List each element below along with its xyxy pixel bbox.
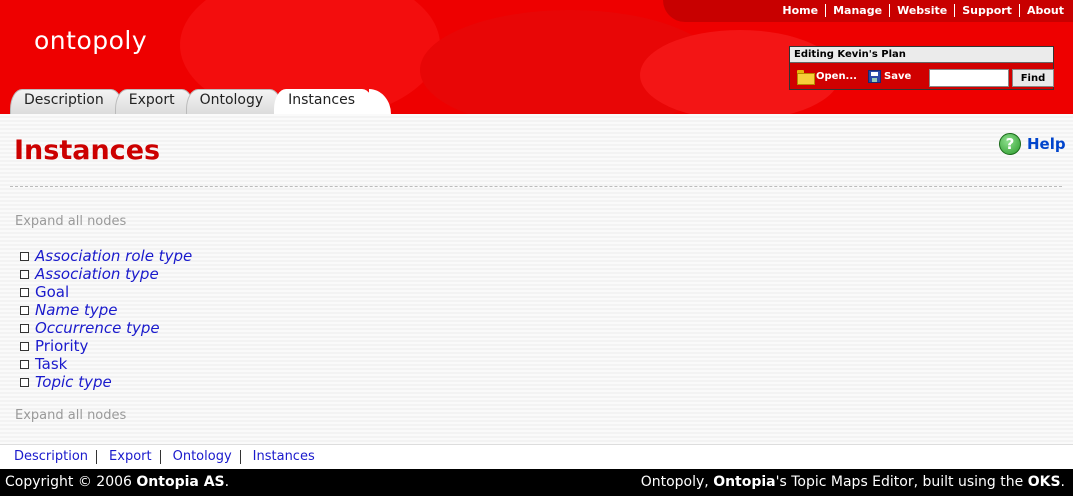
tree-item: Name type	[20, 301, 192, 319]
company-name: Ontopia AS	[136, 474, 225, 490]
tree-item: Topic type	[20, 373, 192, 391]
open-label: Open...	[816, 71, 857, 82]
divider	[10, 186, 1062, 187]
top-nav-manage[interactable]: Manage	[825, 3, 889, 17]
tree-item-link[interactable]: Task	[35, 355, 67, 373]
tree-item-link[interactable]: Goal	[35, 283, 69, 301]
tree-item: Task	[20, 355, 192, 373]
collapse-toggle[interactable]	[20, 251, 29, 261]
collapse-toggle[interactable]	[20, 287, 29, 297]
expand-all-nodes-link[interactable]: Expand all nodes	[15, 408, 126, 423]
tab-export[interactable]: Export	[114, 89, 194, 114]
tab-bar: Description Export Ontology Instances	[10, 89, 391, 114]
tree-item-link[interactable]: Association role type	[35, 247, 192, 265]
credits: Ontopoly, Ontopia's Topic Maps Editor, b…	[640, 474, 1065, 490]
help-icon: ?	[999, 133, 1021, 155]
open-button[interactable]: Open...	[797, 70, 857, 85]
page-title: Instances	[14, 135, 161, 166]
help-label: Help	[1027, 135, 1066, 153]
bottom-nav: Description Export Ontology Instances	[0, 444, 1073, 469]
copyright: Copyright © 2006 Ontopia AS.	[5, 474, 230, 490]
tree-item: Occurrence type	[20, 319, 192, 337]
main-content: Instances ? Help Expand all nodes Associ…	[0, 114, 1073, 444]
folder-icon	[797, 70, 815, 85]
floppy-icon	[868, 70, 881, 83]
top-nav-home[interactable]: Home	[775, 4, 825, 17]
bottom-nav-instances[interactable]: Instances	[239, 450, 323, 464]
help-link[interactable]: ? Help	[999, 133, 1066, 155]
collapse-toggle[interactable]	[20, 359, 29, 369]
footer: Copyright © 2006 Ontopia AS. Ontopoly, O…	[0, 469, 1073, 496]
bottom-nav-ontology[interactable]: Ontology	[159, 450, 240, 464]
tree-item: Goal	[20, 283, 192, 301]
logo: ontopoly	[34, 26, 148, 55]
top-nav: Home Manage Website Support About	[775, 0, 1073, 20]
edit-box: Editing Kevin's Plan Open... Save Find	[789, 46, 1054, 90]
tree-item: Priority	[20, 337, 192, 355]
instance-type-tree: Association role type Association type G…	[20, 247, 192, 391]
tab-instances[interactable]: Instances	[274, 89, 391, 114]
tree-item-link[interactable]: Topic type	[35, 373, 112, 391]
bottom-nav-description[interactable]: Description	[6, 450, 96, 464]
tree-item-link[interactable]: Name type	[35, 301, 118, 319]
save-label: Save	[884, 71, 912, 82]
save-button[interactable]: Save	[868, 70, 911, 83]
tree-item-link[interactable]: Priority	[35, 337, 88, 355]
collapse-toggle[interactable]	[20, 377, 29, 387]
tab-description[interactable]: Description	[10, 89, 123, 114]
top-nav-support[interactable]: Support	[954, 3, 1019, 17]
collapse-toggle[interactable]	[20, 341, 29, 351]
find-button[interactable]: Find	[1012, 69, 1054, 87]
collapse-toggle[interactable]	[20, 269, 29, 279]
tree-item: Association type	[20, 265, 192, 283]
collapse-toggle[interactable]	[20, 305, 29, 315]
tree-item-link[interactable]: Association type	[35, 265, 159, 283]
top-nav-website[interactable]: Website	[889, 3, 954, 17]
tree-item: Association role type	[20, 247, 192, 265]
top-nav-about[interactable]: About	[1018, 3, 1071, 17]
search-input[interactable]	[929, 69, 1009, 87]
tree-item-link[interactable]: Occurrence type	[35, 319, 160, 337]
edit-box-title: Editing Kevin's Plan	[790, 47, 1053, 63]
expand-all-nodes-link[interactable]: Expand all nodes	[15, 214, 126, 229]
tab-ontology[interactable]: Ontology	[185, 89, 283, 114]
collapse-toggle[interactable]	[20, 323, 29, 333]
bottom-nav-export[interactable]: Export	[96, 450, 160, 464]
header: Home Manage Website Support About ontopo…	[0, 0, 1073, 114]
